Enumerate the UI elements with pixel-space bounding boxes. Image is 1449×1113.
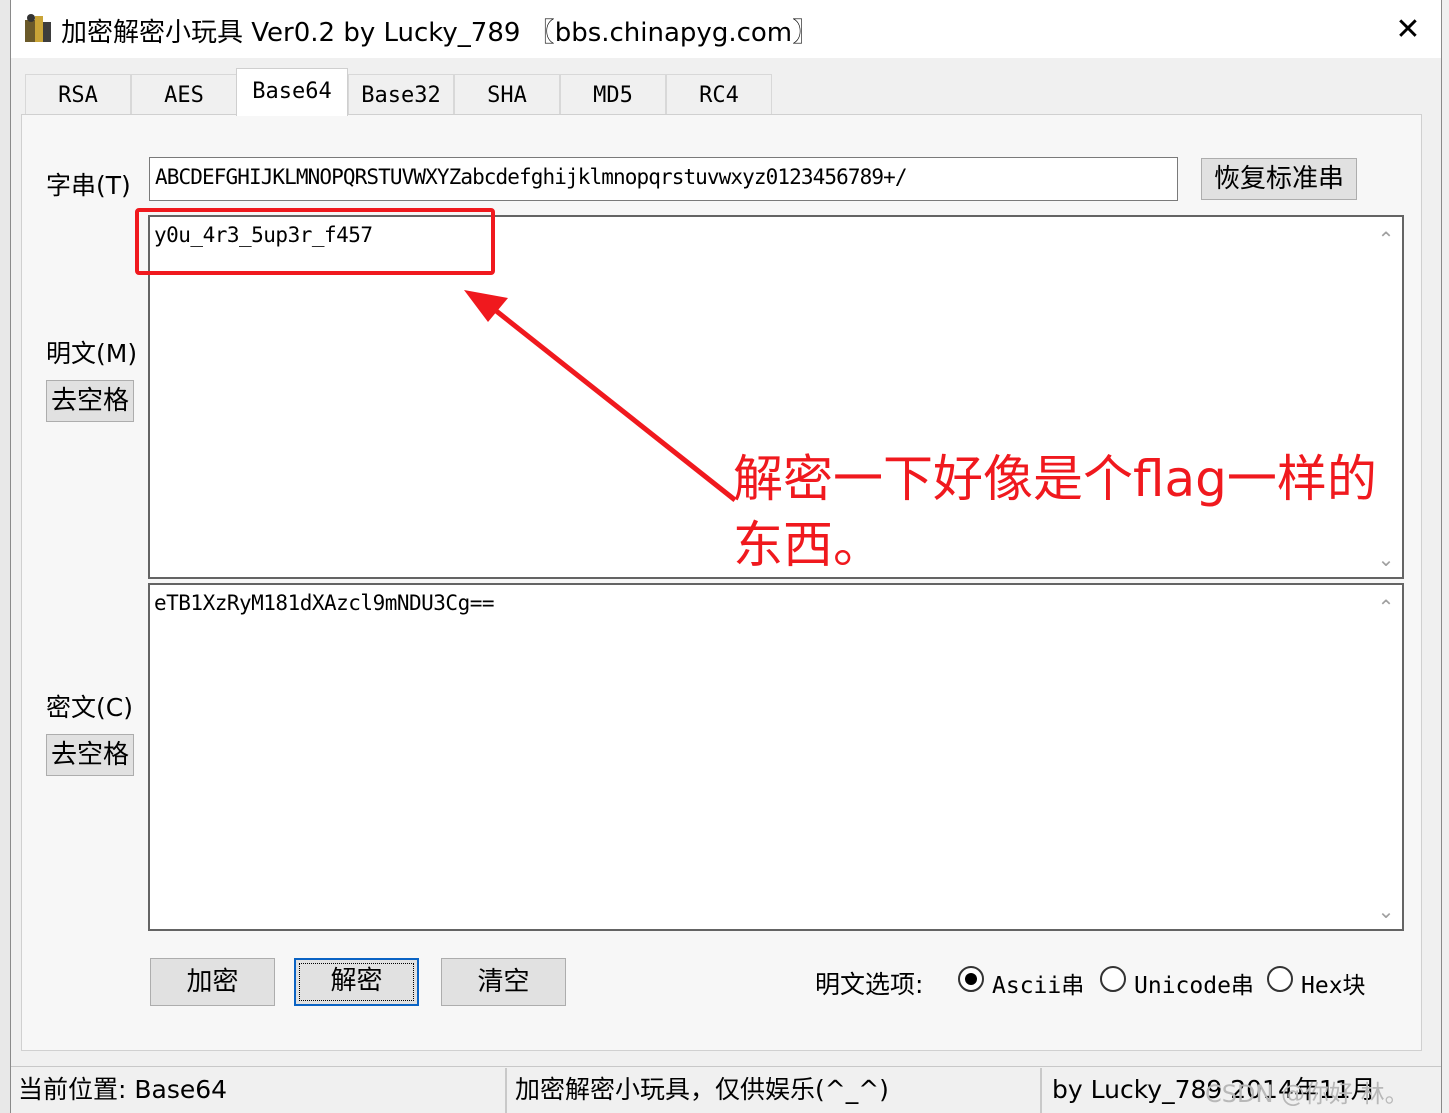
- annotation-line-1: 解密一下好像是个flag一样的: [733, 450, 1377, 508]
- annotation-text: 解密一下好像是个flag一样的 东西。: [733, 446, 1377, 578]
- tab-base64[interactable]: Base64: [236, 68, 348, 116]
- annotation-line-2: 东西。: [733, 516, 883, 574]
- watermark: CSDN @你好 林。: [1205, 1080, 1409, 1108]
- tab-label: Base64: [252, 79, 332, 104]
